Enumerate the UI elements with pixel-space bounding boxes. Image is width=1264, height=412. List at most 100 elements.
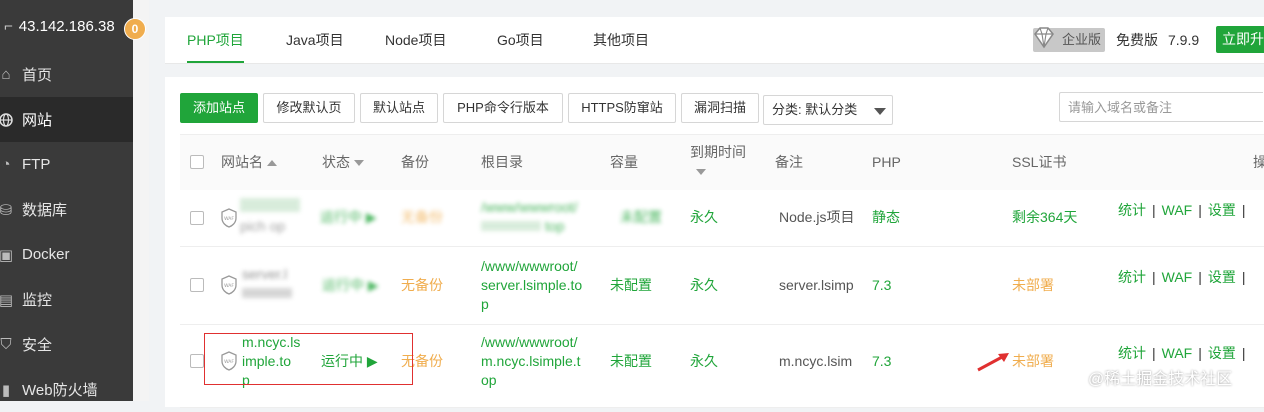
capacity[interactable]: 未配置 <box>620 208 662 227</box>
sidebar-scroll-gutter <box>133 0 149 401</box>
note[interactable]: Node.js项目 <box>779 208 855 227</box>
sort-down-icon <box>696 169 706 176</box>
expiry-date[interactable]: 永久 <box>690 208 718 227</box>
free-edition-label: 免费版 <box>1116 32 1158 48</box>
expiry-date[interactable]: 永久 <box>690 276 718 295</box>
https-protect-button[interactable]: HTTPS防窜站 <box>568 93 676 123</box>
col-ops: 操 <box>1253 154 1264 170</box>
col-php: PHP <box>872 154 901 170</box>
sidebar-item-label: Docker <box>22 246 70 263</box>
server-status-icon: ⌐ <box>4 17 13 35</box>
sidebar-item-label: 首页 <box>22 67 53 84</box>
sort-down-icon <box>354 160 364 167</box>
waf-link[interactable]: WAF <box>1162 269 1193 285</box>
sidebar-item-label: FTP <box>22 156 51 173</box>
root-path[interactable]: /www/wwwroot/server.lsimple.to p <box>481 257 582 314</box>
backup-status[interactable]: 无备份 <box>401 208 443 227</box>
select-all-checkbox[interactable] <box>190 155 204 169</box>
monitor-icon: ▤ <box>0 291 14 309</box>
shield-icon: ⛉ <box>0 336 12 353</box>
tab-node[interactable]: Node项目 <box>385 17 446 63</box>
site-name[interactable]: server.l <box>242 265 292 303</box>
sidebar-item-website[interactable]: 网站 <box>0 97 133 142</box>
php-version[interactable]: 静态 <box>872 208 900 227</box>
status-running[interactable]: 运行中 ▶ <box>322 276 379 295</box>
edit-default-page-button[interactable]: 修改默认页 <box>263 93 355 123</box>
search-input[interactable] <box>1059 92 1263 122</box>
globe-icon <box>0 112 16 127</box>
tab-go[interactable]: Go项目 <box>497 17 544 63</box>
expiry-date[interactable]: 永久 <box>690 352 718 371</box>
category-select-value: 分类: 默认分类 <box>772 102 858 117</box>
settings-link[interactable]: 设置 <box>1208 202 1236 218</box>
database-icon: ⛁ <box>0 201 13 219</box>
col-expiry[interactable]: 到期时间 <box>690 143 746 181</box>
col-backup: 备份 <box>401 154 429 170</box>
settings-link[interactable]: 设置 <box>1208 345 1236 361</box>
capacity[interactable]: 未配置 <box>610 352 652 371</box>
root-path[interactable]: /www/wwwroot/ top <box>481 198 577 236</box>
row-actions: 统计 | WAF | 设置 | <box>1118 269 1246 285</box>
red-arrow-icon <box>977 353 1009 372</box>
home-icon: ⌂ <box>1 66 11 83</box>
sidebar-item-database[interactable]: ⛁ 数据库 <box>0 187 133 232</box>
sidebar-item-security[interactable]: ⛉ 安全 <box>0 322 133 367</box>
ssl-status[interactable]: 未部署 <box>1012 352 1054 371</box>
stats-link[interactable]: 统计 <box>1118 345 1146 361</box>
sidebar-item-label: 监控 <box>22 292 53 309</box>
svg-text:WAF: WAF <box>224 216 234 222</box>
ftp-icon: ◔ <box>1 156 11 173</box>
note[interactable]: m.ncyc.lsim <box>779 352 855 371</box>
col-capacity: 容量 <box>610 154 638 170</box>
add-site-button[interactable]: 添加站点 <box>180 93 258 123</box>
backup-status[interactable]: 无备份 <box>401 276 443 295</box>
diamond-icon <box>1034 27 1054 49</box>
sidebar-item-label: 安全 <box>22 337 53 354</box>
col-note: 备注 <box>775 154 803 170</box>
col-site-name[interactable]: 网站名 <box>221 135 277 190</box>
col-root: 根目录 <box>481 154 523 170</box>
php-version[interactable]: 7.3 <box>872 352 891 371</box>
stats-link[interactable]: 统计 <box>1118 269 1146 285</box>
capacity[interactable]: 未配置 <box>610 276 652 295</box>
sidebar-item-ftp[interactable]: ◔ FTP <box>0 142 133 187</box>
default-site-button[interactable]: 默认站点 <box>360 93 438 123</box>
col-status[interactable]: 状态 <box>322 135 364 190</box>
tab-other[interactable]: 其他项目 <box>593 17 649 63</box>
sort-up-icon <box>267 160 277 167</box>
category-select[interactable]: 分类: 默认分类 <box>763 95 893 125</box>
col-status-label: 状态 <box>322 154 350 170</box>
settings-link[interactable]: 设置 <box>1208 269 1236 285</box>
sidebar-item-monitor[interactable]: ▤ 监控 <box>0 277 133 322</box>
docker-icon: ▣ <box>0 246 14 264</box>
sidebar-item-home[interactable]: ⌂ 首页 <box>0 52 133 97</box>
tab-php[interactable]: PHP项目 <box>187 17 244 63</box>
chevron-down-icon <box>874 108 886 115</box>
upgrade-button[interactable]: 立即升 <box>1216 26 1264 53</box>
ssl-status[interactable]: 未部署 <box>1012 276 1054 295</box>
site-name[interactable]: pich op <box>240 198 300 236</box>
highlight-box <box>204 333 413 385</box>
col-site-name-label: 网站名 <box>221 154 263 170</box>
svg-text:WAF: WAF <box>224 283 234 289</box>
sidebar-item-firewall[interactable]: ▮ Web防火墙 <box>0 367 133 412</box>
row-checkbox[interactable] <box>190 354 204 368</box>
note[interactable]: server.lsimp <box>779 276 855 295</box>
stats-link[interactable]: 统计 <box>1118 202 1146 218</box>
waf-shield-icon: WAF <box>221 275 237 295</box>
tab-java[interactable]: Java项目 <box>286 17 344 63</box>
ssl-status[interactable]: 剩余364天 <box>1012 208 1077 227</box>
sidebar-item-label: 网站 <box>22 112 53 129</box>
sidebar-item-label: 数据库 <box>22 202 68 219</box>
row-checkbox[interactable] <box>190 278 204 292</box>
sidebar-item-docker[interactable]: ▣ Docker <box>0 232 133 277</box>
waf-link[interactable]: WAF <box>1162 345 1193 361</box>
php-cli-version-button[interactable]: PHP命令行版本 <box>443 93 563 123</box>
vuln-scan-button[interactable]: 漏洞扫描 <box>681 93 759 123</box>
root-path[interactable]: /www/wwwroot/m.ncyc.lsimple.t op <box>481 333 581 390</box>
table-row: WAF pich op 运行中 ▶ 无备份 /www/wwwroot/ top … <box>180 190 1264 247</box>
php-version[interactable]: 7.3 <box>872 276 891 295</box>
row-checkbox[interactable] <box>190 211 204 225</box>
waf-link[interactable]: WAF <box>1162 202 1193 218</box>
status-running[interactable]: 运行中 ▶ <box>320 208 377 227</box>
